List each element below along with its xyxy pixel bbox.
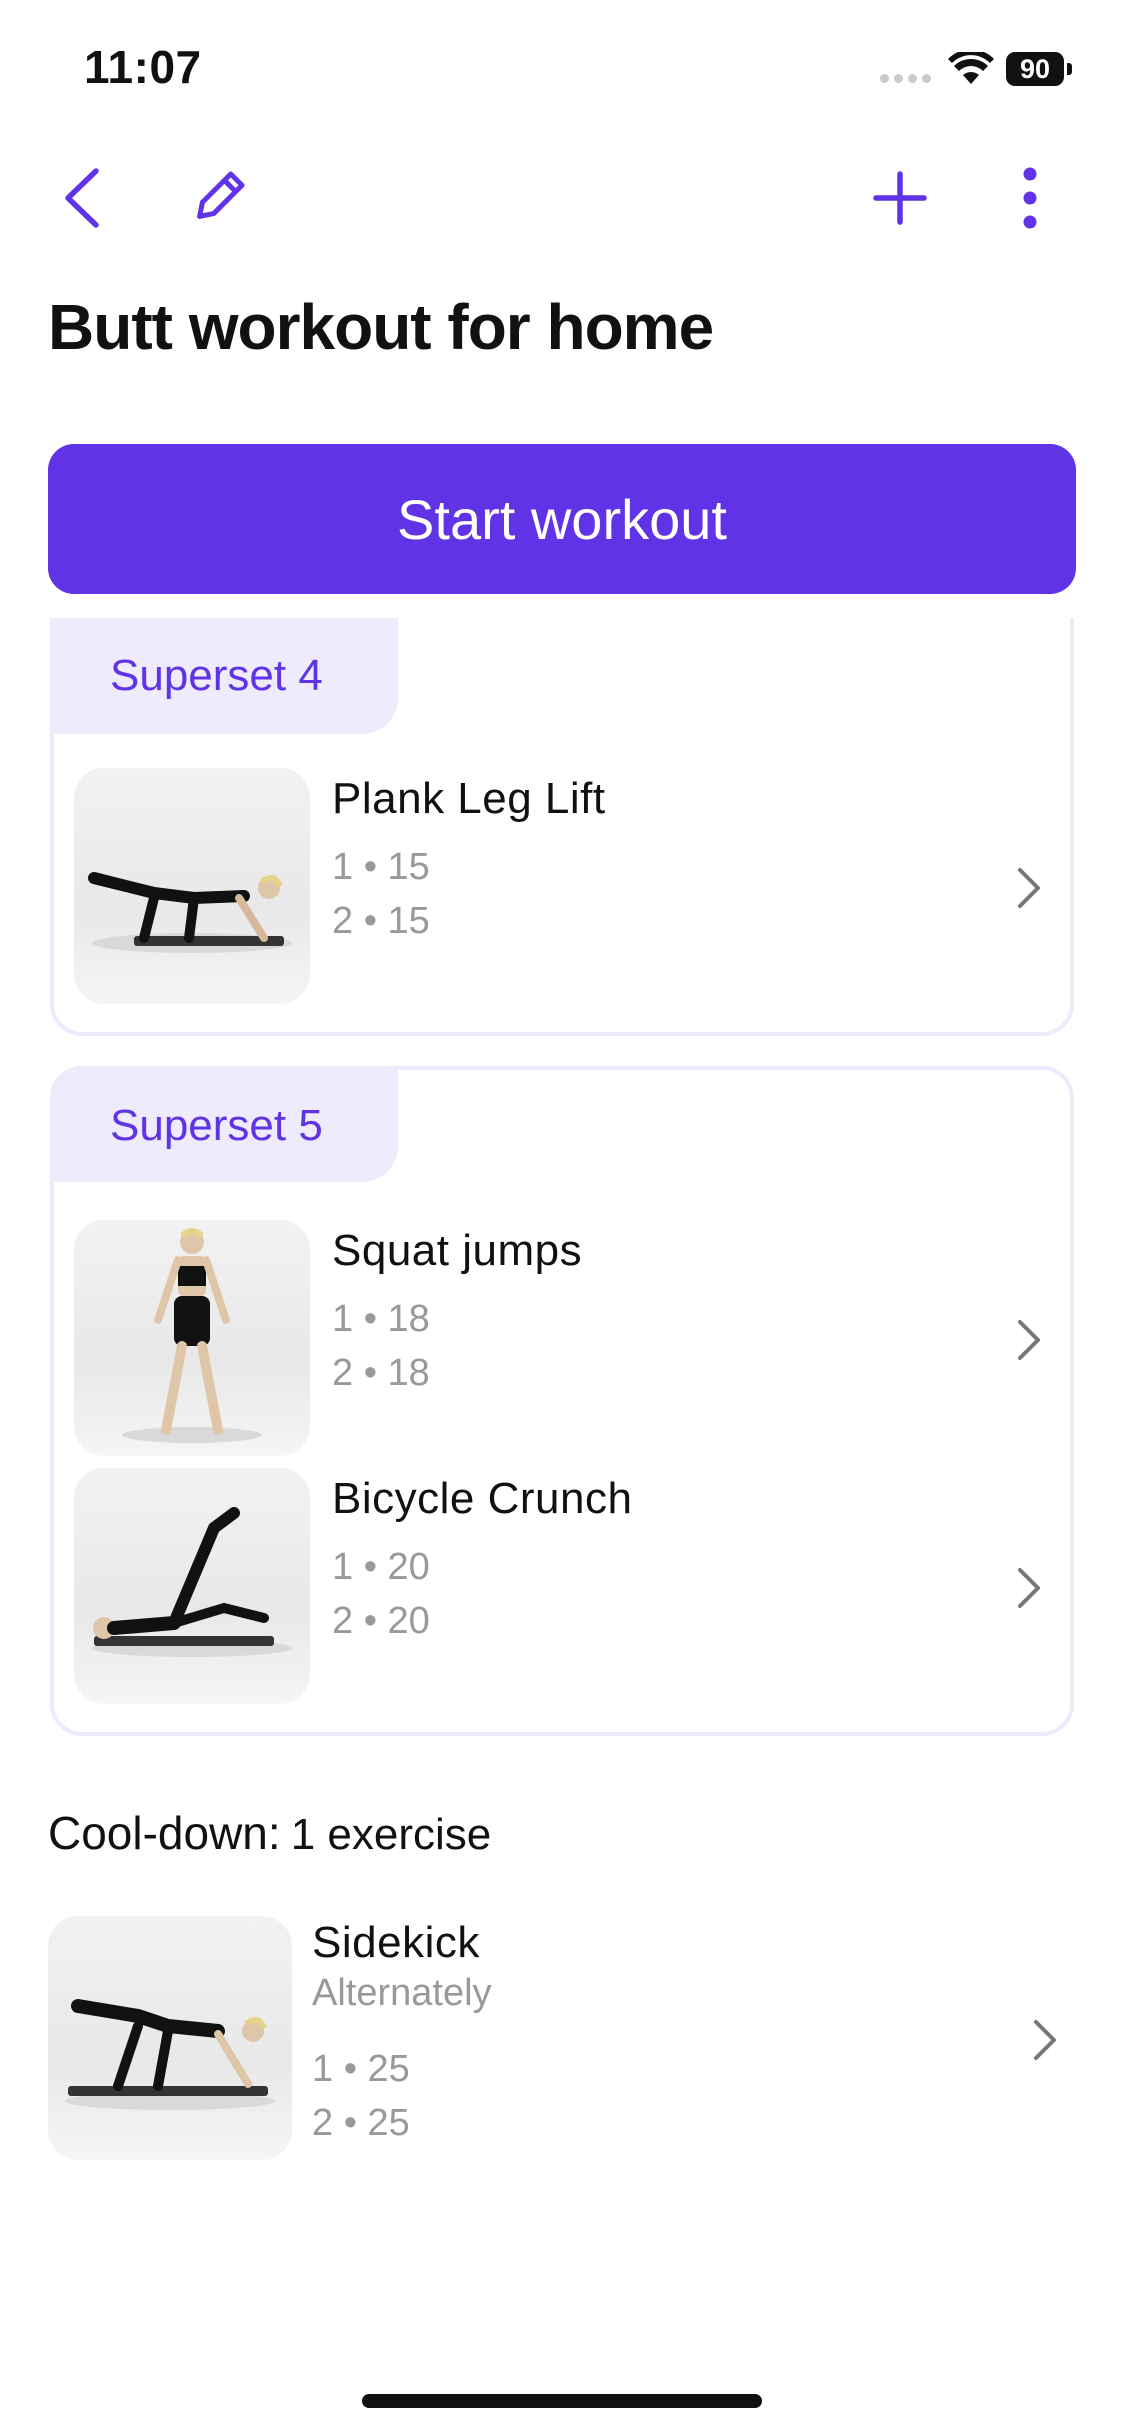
- exercise-name: Bicycle Crunch: [332, 1474, 633, 1523]
- exercise-thumbnail: [74, 1220, 310, 1456]
- back-button[interactable]: [52, 162, 112, 234]
- cooldown-header: Cool-down: 1 exercise: [48, 1806, 491, 1860]
- status-time: 11:07: [84, 41, 202, 93]
- page-title: Butt workout for home: [48, 291, 714, 363]
- chevron-right-icon: [1034, 2020, 1056, 2060]
- status-bar: 11:07 90: [0, 0, 1125, 140]
- more-button[interactable]: [1000, 162, 1060, 234]
- plus-icon: [873, 171, 927, 225]
- cooldown-count: 1 exercise: [290, 1810, 492, 1859]
- exercise-name: Sidekick: [312, 1918, 480, 1967]
- cellular-signal-icon: [880, 74, 931, 83]
- superset-label: Superset 4: [54, 618, 398, 734]
- add-button[interactable]: [864, 162, 936, 234]
- battery-icon: 90: [1006, 52, 1072, 86]
- exercise-set: 2 • 18: [332, 1352, 430, 1394]
- cooldown-label: Cool-down:: [48, 1807, 281, 1859]
- exercise-set: 1 • 25: [312, 2048, 410, 2090]
- exercise-set: 1 • 20: [332, 1546, 430, 1588]
- exercise-set: 1 • 18: [332, 1298, 430, 1340]
- chevron-left-icon: [65, 168, 99, 228]
- exercise-thumbnail: [48, 1916, 292, 2160]
- superset-card: Superset 5 Squat jumps 1 • 18 2 • 18 Bic…: [50, 1066, 1074, 1736]
- exercise-name: Plank Leg Lift: [332, 774, 606, 823]
- exercise-row[interactable]: Plank Leg Lift 1 • 15 2 • 15: [54, 768, 1070, 1008]
- exercise-thumbnail: [74, 768, 310, 1004]
- exercise-thumbnail: [74, 1468, 310, 1704]
- home-indicator[interactable]: [362, 2394, 762, 2408]
- exercise-set: 1 • 15: [332, 846, 430, 888]
- exercise-row[interactable]: Bicycle Crunch 1 • 20 2 • 20: [54, 1468, 1070, 1708]
- exercise-subtitle: Alternately: [312, 1972, 492, 2014]
- superset-card: Superset 4 Plank Leg Lift 1 • 15 2 • 15: [50, 618, 1074, 1036]
- exercise-row[interactable]: Squat jumps 1 • 18 2 • 18: [54, 1220, 1070, 1460]
- exercise-name: Squat jumps: [332, 1226, 583, 1275]
- edit-button[interactable]: [182, 162, 254, 234]
- pencil-icon: [197, 171, 245, 219]
- exercise-set: 2 • 20: [332, 1600, 430, 1642]
- exercise-row[interactable]: Sidekick Alternately 1 • 25 2 • 25: [48, 1916, 1078, 2166]
- chevron-right-icon: [1018, 1568, 1040, 1608]
- superset-label: Superset 5: [54, 1070, 398, 1182]
- vertical-ellipsis-icon: [1023, 167, 1037, 229]
- start-workout-button[interactable]: Start workout: [48, 444, 1076, 594]
- battery-level: 90: [1006, 52, 1064, 86]
- chevron-right-icon: [1018, 868, 1040, 908]
- exercise-set: 2 • 15: [332, 900, 430, 942]
- exercise-set: 2 • 25: [312, 2102, 410, 2144]
- chevron-right-icon: [1018, 1320, 1040, 1360]
- wifi-icon: [948, 52, 994, 84]
